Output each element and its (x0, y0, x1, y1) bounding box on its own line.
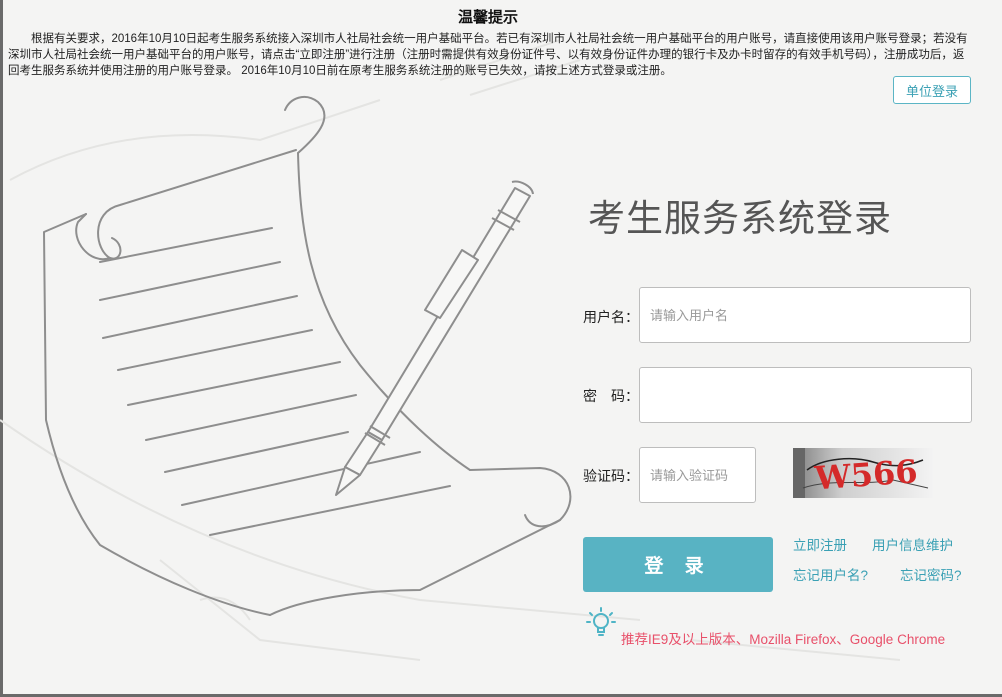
captcha-input[interactable] (639, 447, 756, 503)
lightbulb-icon (586, 607, 616, 636)
password-label: 密 码： (583, 388, 639, 404)
captcha-image[interactable]: W566 (793, 448, 933, 498)
username-label: 用户名： (583, 309, 639, 325)
username-input[interactable] (639, 287, 971, 343)
login-button[interactable]: 登 录 (583, 537, 773, 592)
register-link[interactable]: 立即注册 (793, 534, 847, 554)
notice-body: 根据有关要求，2016年10月10日起考生服务系统接入深圳市人社局社会统一用户基… (8, 33, 968, 77)
captcha-text: W566 (813, 452, 919, 497)
notice-title: 温馨提示 (457, 9, 518, 26)
captcha-label: 验证码： (583, 468, 639, 484)
paper-pen-illustration (0, 39, 901, 661)
forgot-username-link[interactable]: 忘记用户名? (793, 564, 868, 584)
browser-recommendation: 推荐IE9及以上版本、Mozilla Firefox、Google Chrome (621, 632, 946, 647)
notice-panel: 温馨提示 根据有关要求，2016年10月10日起考生服务系统接入深圳市人社局社会… (8, 6, 968, 79)
user-info-link[interactable]: 用户信息维护 (872, 534, 953, 554)
login-title: 考生服务系统登录 (588, 198, 892, 239)
unit-login-button[interactable]: 单位登录 (893, 76, 971, 104)
forgot-password-link[interactable]: 忘记密码? (900, 564, 962, 584)
password-input[interactable] (639, 367, 972, 423)
